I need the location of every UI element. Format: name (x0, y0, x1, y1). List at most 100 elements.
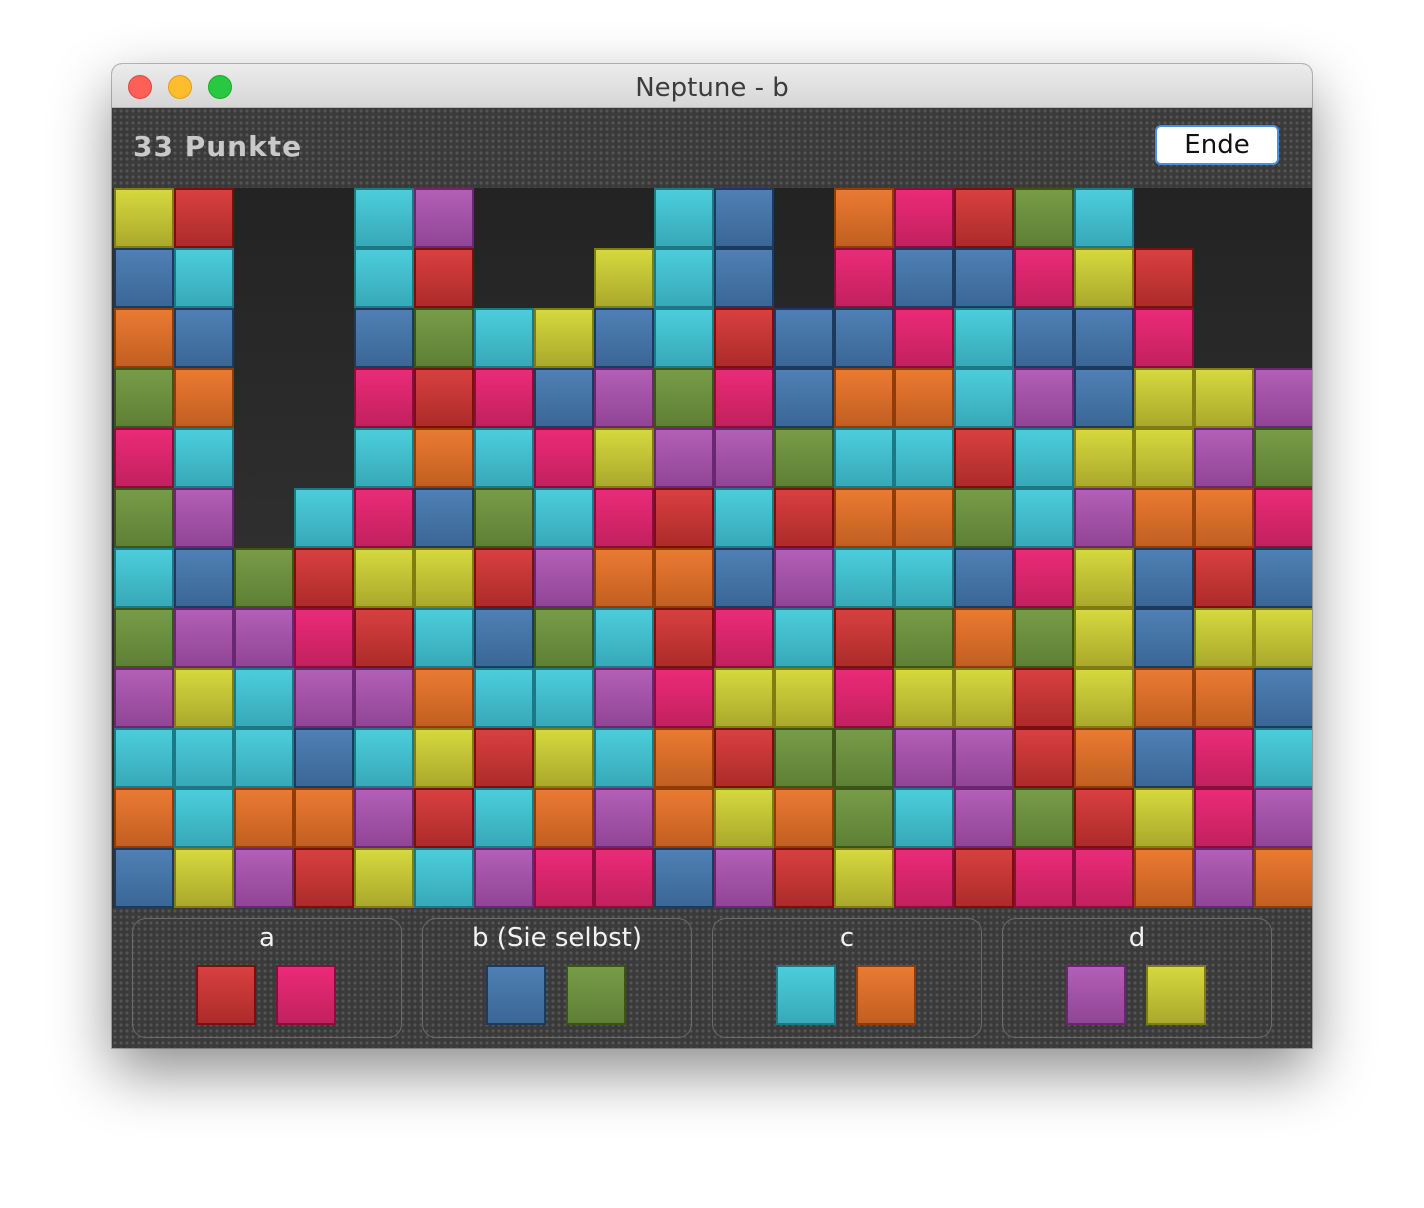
board-cell-green[interactable] (234, 548, 294, 608)
board-cell-green[interactable] (774, 728, 834, 788)
board-cell-orange[interactable] (834, 488, 894, 548)
board-cell-empty[interactable] (234, 368, 294, 428)
board-cell-empty[interactable] (294, 248, 354, 308)
board-cell-orange[interactable] (1194, 668, 1254, 728)
board-cell-purple[interactable] (114, 668, 174, 728)
board-cell-green[interactable] (1014, 188, 1074, 248)
board-cell-yellow[interactable] (1074, 248, 1134, 308)
board-cell-pink[interactable] (834, 668, 894, 728)
board-cell-purple[interactable] (174, 608, 234, 668)
board-cell-blue[interactable] (414, 488, 474, 548)
board-cell-empty[interactable] (234, 188, 294, 248)
board-cell-orange[interactable] (414, 428, 474, 488)
board-cell-orange[interactable] (774, 788, 834, 848)
board-cell-purple[interactable] (174, 488, 234, 548)
board-cell-cyan[interactable] (174, 248, 234, 308)
board-cell-yellow[interactable] (354, 848, 414, 908)
board-cell-orange[interactable] (894, 368, 954, 428)
board-cell-yellow[interactable] (1134, 428, 1194, 488)
board-cell-purple[interactable] (474, 848, 534, 908)
board-cell-red[interactable] (1014, 728, 1074, 788)
board-cell-cyan[interactable] (174, 788, 234, 848)
board-cell-empty[interactable] (1194, 188, 1254, 248)
board-cell-red[interactable] (954, 188, 1014, 248)
board-cell-green[interactable] (114, 608, 174, 668)
board-cell-purple[interactable] (234, 608, 294, 668)
board-cell-pink[interactable] (834, 248, 894, 308)
board-cell-purple[interactable] (594, 788, 654, 848)
board-cell-cyan[interactable] (714, 488, 774, 548)
board-cell-orange[interactable] (1134, 668, 1194, 728)
board-cell-pink[interactable] (894, 188, 954, 248)
board-cell-red[interactable] (414, 788, 474, 848)
board-cell-yellow[interactable] (354, 548, 414, 608)
board-cell-empty[interactable] (234, 488, 294, 548)
board-cell-pink[interactable] (354, 368, 414, 428)
board-cell-cyan[interactable] (474, 428, 534, 488)
board-cell-red[interactable] (654, 488, 714, 548)
board-cell-purple[interactable] (714, 848, 774, 908)
board-cell-green[interactable] (114, 368, 174, 428)
board-cell-purple[interactable] (594, 668, 654, 728)
board-cell-blue[interactable] (954, 548, 1014, 608)
board-cell-cyan[interactable] (474, 308, 534, 368)
board-cell-cyan[interactable] (654, 188, 714, 248)
board-cell-orange[interactable] (1194, 488, 1254, 548)
board-cell-cyan[interactable] (654, 308, 714, 368)
board-cell-yellow[interactable] (1134, 368, 1194, 428)
board-cell-blue[interactable] (1074, 368, 1134, 428)
board-cell-cyan[interactable] (234, 728, 294, 788)
board-cell-pink[interactable] (1014, 548, 1074, 608)
board-cell-orange[interactable] (1134, 848, 1194, 908)
board-cell-blue[interactable] (294, 728, 354, 788)
board-cell-cyan[interactable] (894, 548, 954, 608)
board-cell-cyan[interactable] (474, 668, 534, 728)
board-cell-blue[interactable] (954, 248, 1014, 308)
board-cell-pink[interactable] (1194, 788, 1254, 848)
board-cell-blue[interactable] (174, 548, 234, 608)
board-cell-empty[interactable] (234, 248, 294, 308)
board-cell-blue[interactable] (1134, 548, 1194, 608)
board-cell-empty[interactable] (294, 308, 354, 368)
board-cell-red[interactable] (1014, 668, 1074, 728)
board-cell-yellow[interactable] (594, 428, 654, 488)
board-cell-green[interactable] (834, 728, 894, 788)
board-cell-red[interactable] (474, 548, 534, 608)
board-cell-orange[interactable] (174, 368, 234, 428)
board-cell-blue[interactable] (114, 248, 174, 308)
board-cell-purple[interactable] (354, 788, 414, 848)
board-cell-red[interactable] (474, 728, 534, 788)
board-cell-purple[interactable] (234, 848, 294, 908)
board-cell-blue[interactable] (1074, 308, 1134, 368)
board-cell-orange[interactable] (294, 788, 354, 848)
board-cell-cyan[interactable] (294, 488, 354, 548)
board-cell-red[interactable] (654, 608, 714, 668)
board-cell-pink[interactable] (594, 488, 654, 548)
board-cell-green[interactable] (894, 608, 954, 668)
board-cell-orange[interactable] (894, 488, 954, 548)
board-cell-green[interactable] (534, 608, 594, 668)
board-cell-pink[interactable] (1254, 488, 1312, 548)
board-cell-orange[interactable] (414, 668, 474, 728)
board-cell-cyan[interactable] (354, 188, 414, 248)
board-cell-purple[interactable] (954, 788, 1014, 848)
board-cell-red[interactable] (774, 488, 834, 548)
board-cell-red[interactable] (714, 728, 774, 788)
board-cell-red[interactable] (294, 848, 354, 908)
board-cell-yellow[interactable] (114, 188, 174, 248)
board-cell-cyan[interactable] (774, 608, 834, 668)
board-cell-green[interactable] (474, 488, 534, 548)
board-cell-empty[interactable] (294, 428, 354, 488)
board-cell-yellow[interactable] (714, 668, 774, 728)
board-cell-blue[interactable] (714, 548, 774, 608)
board-cell-yellow[interactable] (1074, 548, 1134, 608)
board-cell-green[interactable] (954, 488, 1014, 548)
board-cell-pink[interactable] (654, 668, 714, 728)
board-cell-yellow[interactable] (774, 668, 834, 728)
board-cell-yellow[interactable] (1134, 788, 1194, 848)
board-cell-blue[interactable] (174, 308, 234, 368)
board-cell-orange[interactable] (834, 368, 894, 428)
board-cell-blue[interactable] (714, 188, 774, 248)
board-cell-blue[interactable] (714, 248, 774, 308)
board-cell-red[interactable] (1074, 788, 1134, 848)
